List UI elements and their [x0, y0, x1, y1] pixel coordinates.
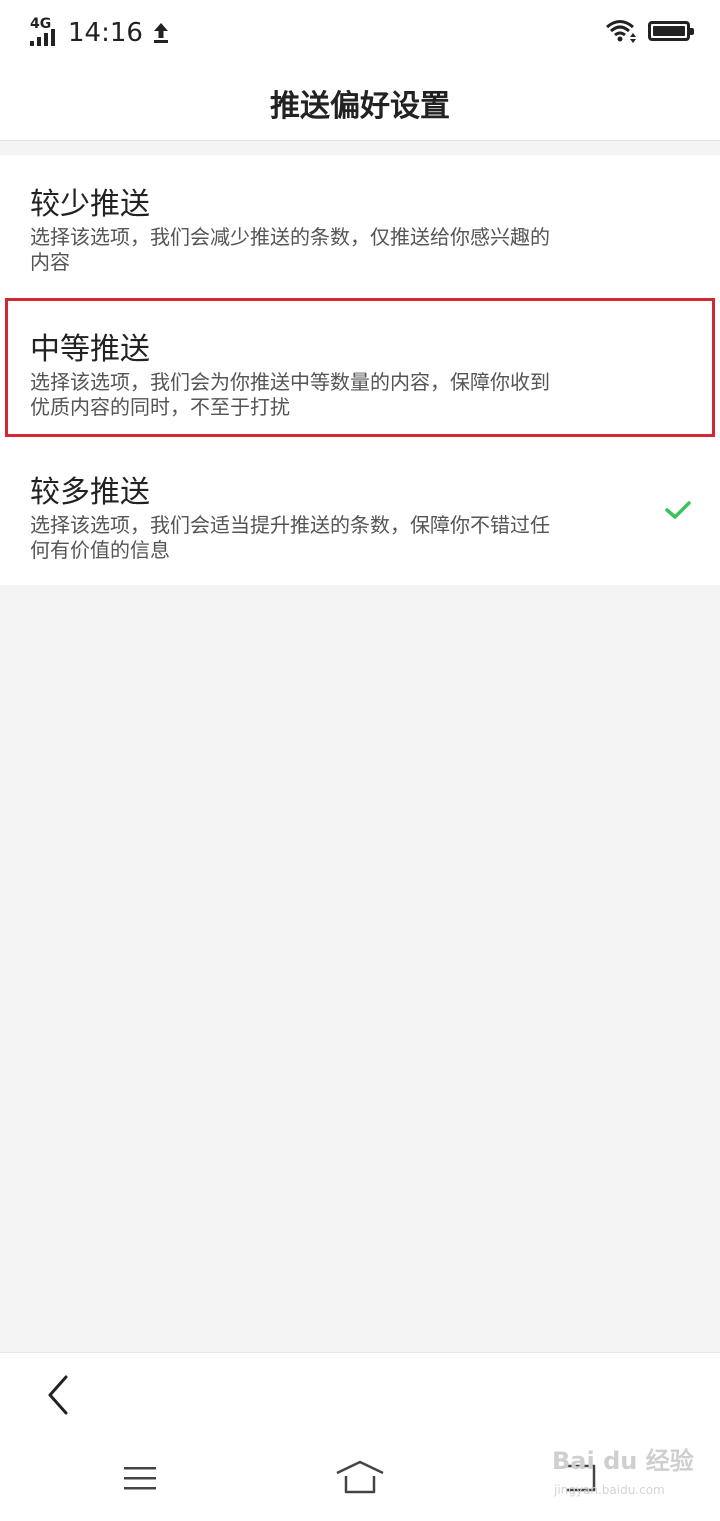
check-icon: [665, 501, 691, 519]
status-bar: 4G 14:16: [0, 0, 720, 66]
option-medium-push[interactable]: 中等推送 选择该选项，我们会为你推送中等数量的内容，保障你收到优质内容的同时，不…: [0, 300, 720, 440]
battery-icon: [648, 21, 694, 41]
upload-icon: [153, 23, 168, 43]
option-title: 较多推送: [30, 475, 150, 510]
chevron-left-icon[interactable]: [40, 1373, 80, 1417]
home-icon[interactable]: [334, 1459, 386, 1495]
option-title: 较少推送: [30, 187, 150, 222]
option-description: 选择该选项，我们会减少推送的条数，仅推送给你感兴趣的内容: [30, 225, 550, 274]
baidu-watermark: Bai du 经验: [552, 1447, 694, 1475]
wifi-icon: [606, 20, 636, 43]
signal-icon: 4G: [30, 16, 60, 48]
title-bar: 推送偏好设置: [0, 66, 720, 141]
option-title: 中等推送: [30, 332, 150, 367]
option-less-push[interactable]: 较少推送 选择该选项，我们会减少推送的条数，仅推送给你感兴趣的内容: [0, 155, 720, 295]
status-time: 14:16: [68, 18, 143, 48]
menu-icon[interactable]: [122, 1463, 158, 1493]
option-description: 选择该选项，我们会适当提升推送的条数，保障你不错过任何有价值的信息: [30, 513, 550, 562]
watermark-url: jingyan.baidu.com: [554, 1483, 665, 1497]
option-description: 选择该选项，我们会为你推送中等数量的内容，保障你收到优质内容的同时，不至于打扰: [30, 370, 550, 419]
page-title: 推送偏好设置: [270, 89, 450, 124]
status-right: [604, 18, 694, 44]
status-left: 4G 14:16: [30, 16, 171, 50]
option-more-push[interactable]: 较多推送 选择该选项，我们会适当提升推送的条数，保障你不错过任何有价值的信息: [0, 443, 720, 585]
bottom-navigation: Bai du 经验 jingyan.baidu.com: [0, 1352, 720, 1521]
push-options-list: 较少推送 选择该选项，我们会减少推送的条数，仅推送给你感兴趣的内容 中等推送 选…: [0, 155, 720, 585]
